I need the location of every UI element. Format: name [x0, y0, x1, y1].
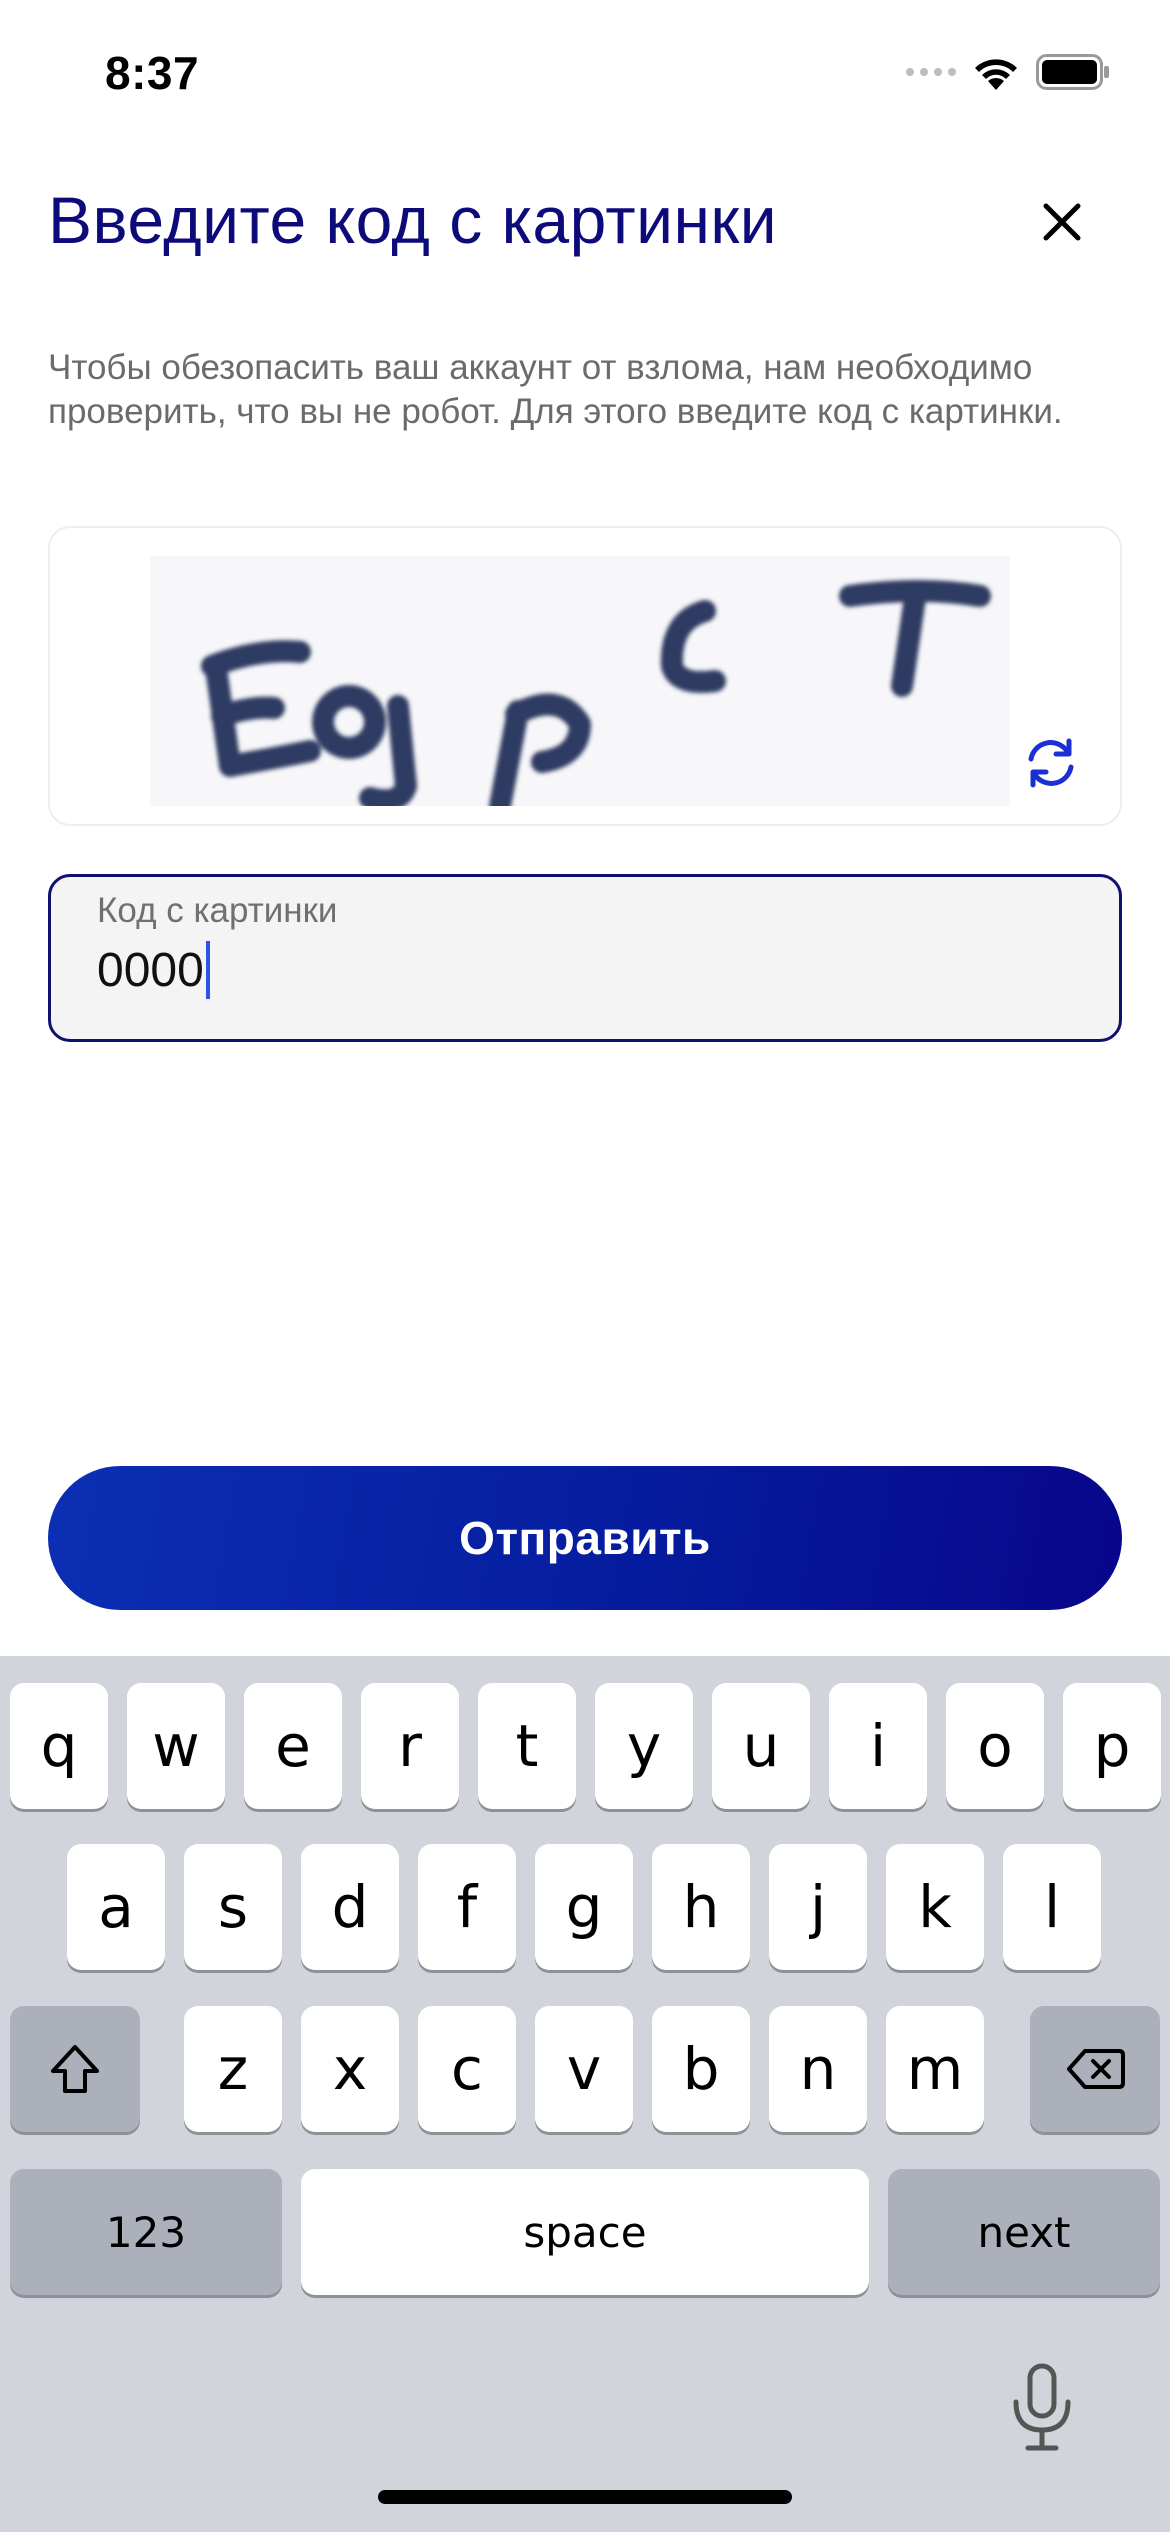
shift-icon	[51, 2045, 99, 2093]
numbers-key[interactable]: 123	[10, 2169, 282, 2295]
key-y[interactable]: y	[595, 1683, 693, 1809]
key-s[interactable]: s	[184, 1844, 282, 1970]
key-c[interactable]: c	[418, 2006, 516, 2132]
key-h[interactable]: h	[652, 1844, 750, 1970]
backspace-key[interactable]	[1030, 2006, 1160, 2132]
wifi-icon	[975, 59, 1017, 90]
key-v[interactable]: v	[535, 2006, 633, 2132]
shift-key[interactable]	[10, 2006, 140, 2132]
key-g[interactable]: g	[535, 1844, 633, 1970]
key-f[interactable]: f	[418, 1844, 516, 1970]
key-o[interactable]: o	[946, 1683, 1044, 1809]
key-z[interactable]: z	[184, 2006, 282, 2132]
battery-icon	[1036, 54, 1109, 90]
status-time: 8:37	[105, 47, 200, 99]
next-key[interactable]: next	[888, 2169, 1160, 2295]
input-label: Код с картинки	[97, 891, 338, 930]
key-x[interactable]: x	[301, 2006, 399, 2132]
captcha-image	[150, 556, 1010, 806]
captcha-code-input[interactable]: Код с картинки 0000	[48, 874, 1122, 1042]
submit-button[interactable]: Отправить	[48, 1466, 1122, 1610]
key-q[interactable]: q	[10, 1683, 108, 1809]
description-text: Чтобы обезопасить ваш аккаунт от взлома,…	[48, 348, 1063, 431]
key-m[interactable]: m	[886, 2006, 984, 2132]
close-icon	[1043, 203, 1081, 241]
space-key[interactable]: space	[301, 2169, 869, 2295]
key-j[interactable]: j	[769, 1844, 867, 1970]
page-title: Введите код с картинки	[48, 183, 778, 257]
dictation-button[interactable]	[1006, 2362, 1078, 2454]
cellular-signal-icon	[906, 68, 956, 76]
key-p[interactable]: p	[1063, 1683, 1161, 1809]
key-l[interactable]: l	[1003, 1844, 1101, 1970]
keyboard: q w e r t y u i o p a s d f g h j k l z …	[0, 1656, 1170, 2532]
status-icons	[906, 52, 1110, 92]
key-r[interactable]: r	[361, 1683, 459, 1809]
text-cursor	[205, 941, 210, 999]
key-d[interactable]: d	[301, 1844, 399, 1970]
refresh-icon	[1028, 738, 1074, 788]
key-e[interactable]: e	[244, 1683, 342, 1809]
key-t[interactable]: t	[478, 1683, 576, 1809]
captcha-box	[48, 526, 1122, 826]
key-w[interactable]: w	[127, 1683, 225, 1809]
backspace-icon	[1067, 2049, 1125, 2089]
key-b[interactable]: b	[652, 2006, 750, 2132]
mic-icon	[1013, 2363, 1071, 2451]
key-i[interactable]: i	[829, 1683, 927, 1809]
input-value-wrapper: 0000	[97, 941, 210, 999]
key-u[interactable]: u	[712, 1683, 810, 1809]
input-value: 0000	[97, 943, 204, 997]
home-indicator[interactable]	[378, 2490, 792, 2504]
status-bar: 8:37	[0, 0, 1170, 150]
key-a[interactable]: a	[67, 1844, 165, 1970]
refresh-captcha-button[interactable]	[1012, 724, 1090, 802]
key-k[interactable]: k	[886, 1844, 984, 1970]
key-n[interactable]: n	[769, 2006, 867, 2132]
close-button[interactable]	[1030, 190, 1094, 254]
